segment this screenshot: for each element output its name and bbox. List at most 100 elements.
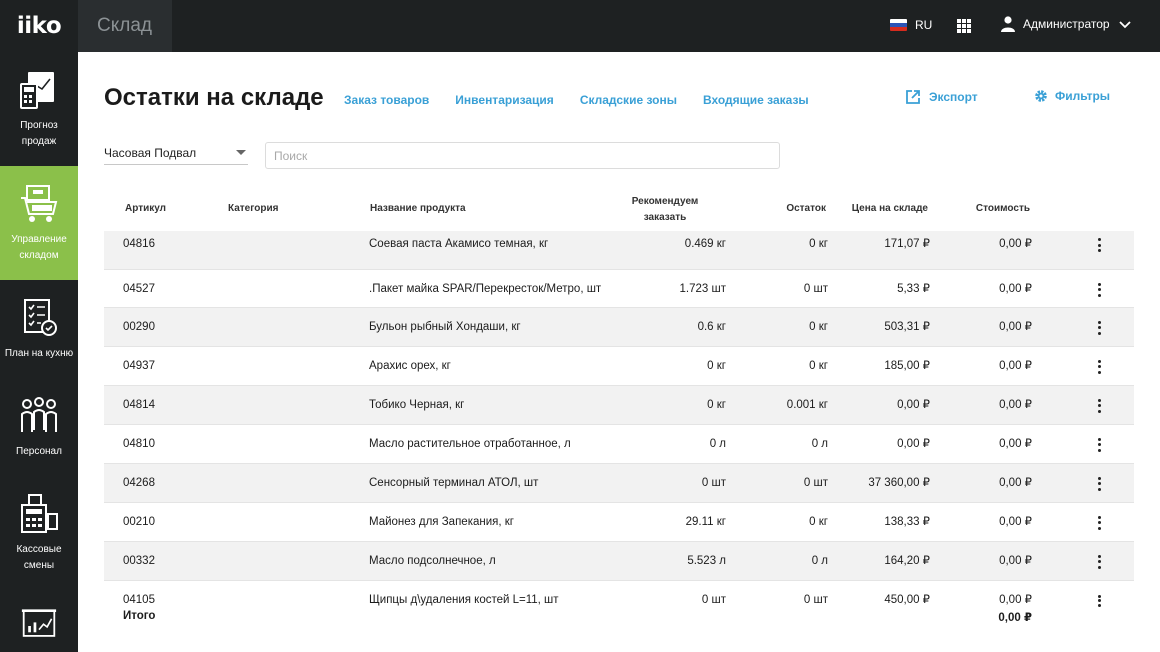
column-header-recommended[interactable]: Рекомендуем заказать — [619, 194, 711, 226]
cell-price: 0,00 ₽ — [897, 437, 930, 450]
cell-rest: 0 кг — [809, 238, 828, 250]
cell-name: Масло подсолнечное, л — [369, 554, 496, 567]
cash-register-icon — [21, 494, 58, 533]
sidebar-item-kitchen-plan[interactable]: План на кухню — [0, 280, 78, 380]
column-header-rest[interactable]: Остаток — [786, 203, 826, 214]
cell-price: 0,00 ₽ — [897, 398, 930, 411]
column-header-name[interactable]: Название продукта — [370, 203, 466, 214]
section-tabs: Заказ товаров Инвентаризация Складские з… — [344, 93, 809, 107]
table-row[interactable]: 04816 Соевая паста Акамисо темная, кг 0.… — [104, 231, 1134, 270]
column-header-category[interactable]: Категория — [228, 203, 278, 214]
cell-cost: 0,00 ₽ — [999, 320, 1032, 333]
cell-name: Майонез для Запекания, кг — [369, 515, 514, 528]
cell-rest: 0 л — [811, 437, 828, 450]
row-more-icon[interactable] — [1094, 437, 1104, 452]
column-header-article[interactable]: Артикул — [125, 203, 166, 214]
sidebar-item-cash-shifts[interactable]: Кассовые смены — [0, 478, 78, 592]
column-header-cost[interactable]: Стоимость — [976, 203, 1030, 214]
sidebar: Прогноз продаж Управление складом План н… — [0, 52, 78, 652]
export-button[interactable]: Экспорт — [905, 89, 978, 105]
row-more-icon[interactable] — [1094, 359, 1104, 374]
top-bar: iiko Склад RU Администратор — [0, 0, 1160, 52]
logo-text: iiko — [16, 13, 62, 39]
iiko-logo[interactable]: iiko — [0, 0, 78, 52]
row-more-icon[interactable] — [1094, 515, 1104, 530]
gear-icon — [1035, 90, 1047, 102]
staff-icon — [21, 397, 57, 432]
column-header-recommended-line1: Рекомендуем — [631, 196, 699, 207]
filters-button[interactable]: Фильтры — [1034, 89, 1110, 103]
cell-article: 00332 — [123, 554, 155, 567]
row-more-icon[interactable] — [1094, 554, 1104, 569]
table-row[interactable]: 04810 Масло растительное отработанное, л… — [104, 425, 1134, 464]
cell-recommended: 0 л — [709, 437, 726, 450]
tab-orders[interactable]: Заказ товаров — [344, 93, 429, 107]
table-row[interactable]: 00332 Масло подсолнечное, л 5.523 л 0 л … — [104, 541, 1134, 581]
column-header-price[interactable]: Цена на складе — [852, 203, 928, 214]
cell-recommended: 5.523 л — [687, 554, 726, 567]
cell-rest: 0.001 кг — [786, 398, 828, 411]
cell-article: 04816 — [123, 238, 155, 250]
cell-cost: 0,00 ₽ — [999, 515, 1032, 528]
user-menu[interactable]: Администратор — [1001, 16, 1132, 32]
cell-price: 185,00 ₽ — [884, 359, 930, 372]
russia-flag-icon — [890, 19, 907, 31]
cell-name: Тобико Черная, кг — [369, 398, 465, 411]
language-switcher[interactable]: RU — [890, 18, 932, 32]
cell-cost: 0,00 ₽ — [999, 437, 1032, 450]
row-more-icon[interactable] — [1094, 476, 1104, 491]
table-row[interactable]: 00210 Майонез для Запекания, кг 29.11 кг… — [104, 503, 1134, 542]
cell-cost: 0,00 ₽ — [999, 238, 1032, 250]
store-select[interactable]: Часовая Подвал — [104, 140, 248, 165]
cell-cost: 0,00 ₽ — [999, 554, 1032, 567]
table-row[interactable]: 04814 Тобико Черная, кг 0 кг 0.001 кг 0,… — [104, 385, 1134, 425]
sidebar-item-warehouse[interactable]: Управление складом — [0, 166, 78, 280]
cell-cost: 0,00 ₽ — [999, 398, 1032, 411]
tab-incoming-orders[interactable]: Входящие заказы — [703, 93, 809, 107]
apps-grid-icon[interactable] — [957, 19, 971, 33]
search-input[interactable] — [265, 142, 780, 169]
cell-rest: 0 шт — [803, 476, 828, 489]
tab-warehouse-zones[interactable]: Складские зоны — [580, 93, 677, 107]
page-title: Остатки на складе — [104, 84, 324, 111]
table-row[interactable]: 04268 Сенсорный терминал АТОЛ, шт 0 шт 0… — [104, 463, 1134, 503]
cell-recommended: 1.723 шт — [679, 282, 726, 295]
sales-forecast-icon — [20, 72, 54, 109]
cell-name: Сенсорный терминал АТОЛ, шт — [369, 476, 539, 489]
cell-recommended: 0.469 кг — [684, 238, 726, 250]
cell-name: Бульон рыбный Хондаши, кг — [369, 320, 521, 333]
row-more-icon[interactable] — [1094, 398, 1104, 413]
cell-price: 37 360,00 ₽ — [868, 476, 930, 489]
cell-recommended: 0 кг — [707, 359, 726, 372]
chevron-down-icon — [1118, 21, 1131, 29]
sidebar-item-label: Персонал — [16, 446, 62, 457]
cell-rest: 0 шт — [803, 282, 828, 295]
cell-article: 00290 — [123, 320, 155, 333]
store-select-value: Часовая Подвал — [104, 146, 197, 160]
row-more-icon[interactable] — [1094, 320, 1104, 335]
row-more-icon[interactable] — [1094, 282, 1104, 297]
warehouse-cart-icon — [21, 185, 58, 222]
column-header-recommended-line2: заказать — [643, 212, 687, 223]
row-more-icon[interactable] — [1094, 594, 1104, 607]
section-title: Склад — [97, 15, 152, 36]
cell-name: .Пакет майка SPAR/Перекресток/Метро, шт — [369, 282, 602, 295]
table-row[interactable]: 04527 .Пакет майка SPAR/Перекресток/Метр… — [104, 270, 1134, 308]
cell-article: 04810 — [123, 437, 155, 450]
sidebar-item-sales-forecast[interactable]: Прогноз продаж — [0, 52, 78, 166]
cell-price: 171,07 ₽ — [884, 238, 930, 250]
sidebar-item-label: Управление складом — [11, 234, 67, 261]
user-icon — [1001, 16, 1015, 32]
sidebar-item-reports[interactable] — [0, 592, 78, 652]
filters-label: Фильтры — [1055, 89, 1111, 103]
sidebar-item-staff[interactable]: Персонал — [0, 380, 78, 478]
caret-down-icon — [236, 150, 246, 155]
language-label: RU — [915, 18, 933, 32]
table-row[interactable]: 00290 Бульон рыбный Хондаши, кг 0.6 кг 0… — [104, 307, 1134, 347]
tab-inventory[interactable]: Инвентаризация — [455, 93, 554, 107]
table-row[interactable]: 04937 Арахис орех, кг 0 кг 0 кг 185,00 ₽… — [104, 347, 1134, 386]
cell-name: Масло растительное отработанное, л — [369, 437, 571, 450]
cell-rest: 0 кг — [809, 359, 828, 372]
cell-rest: 0 кг — [809, 320, 828, 333]
row-more-icon[interactable] — [1094, 238, 1104, 252]
